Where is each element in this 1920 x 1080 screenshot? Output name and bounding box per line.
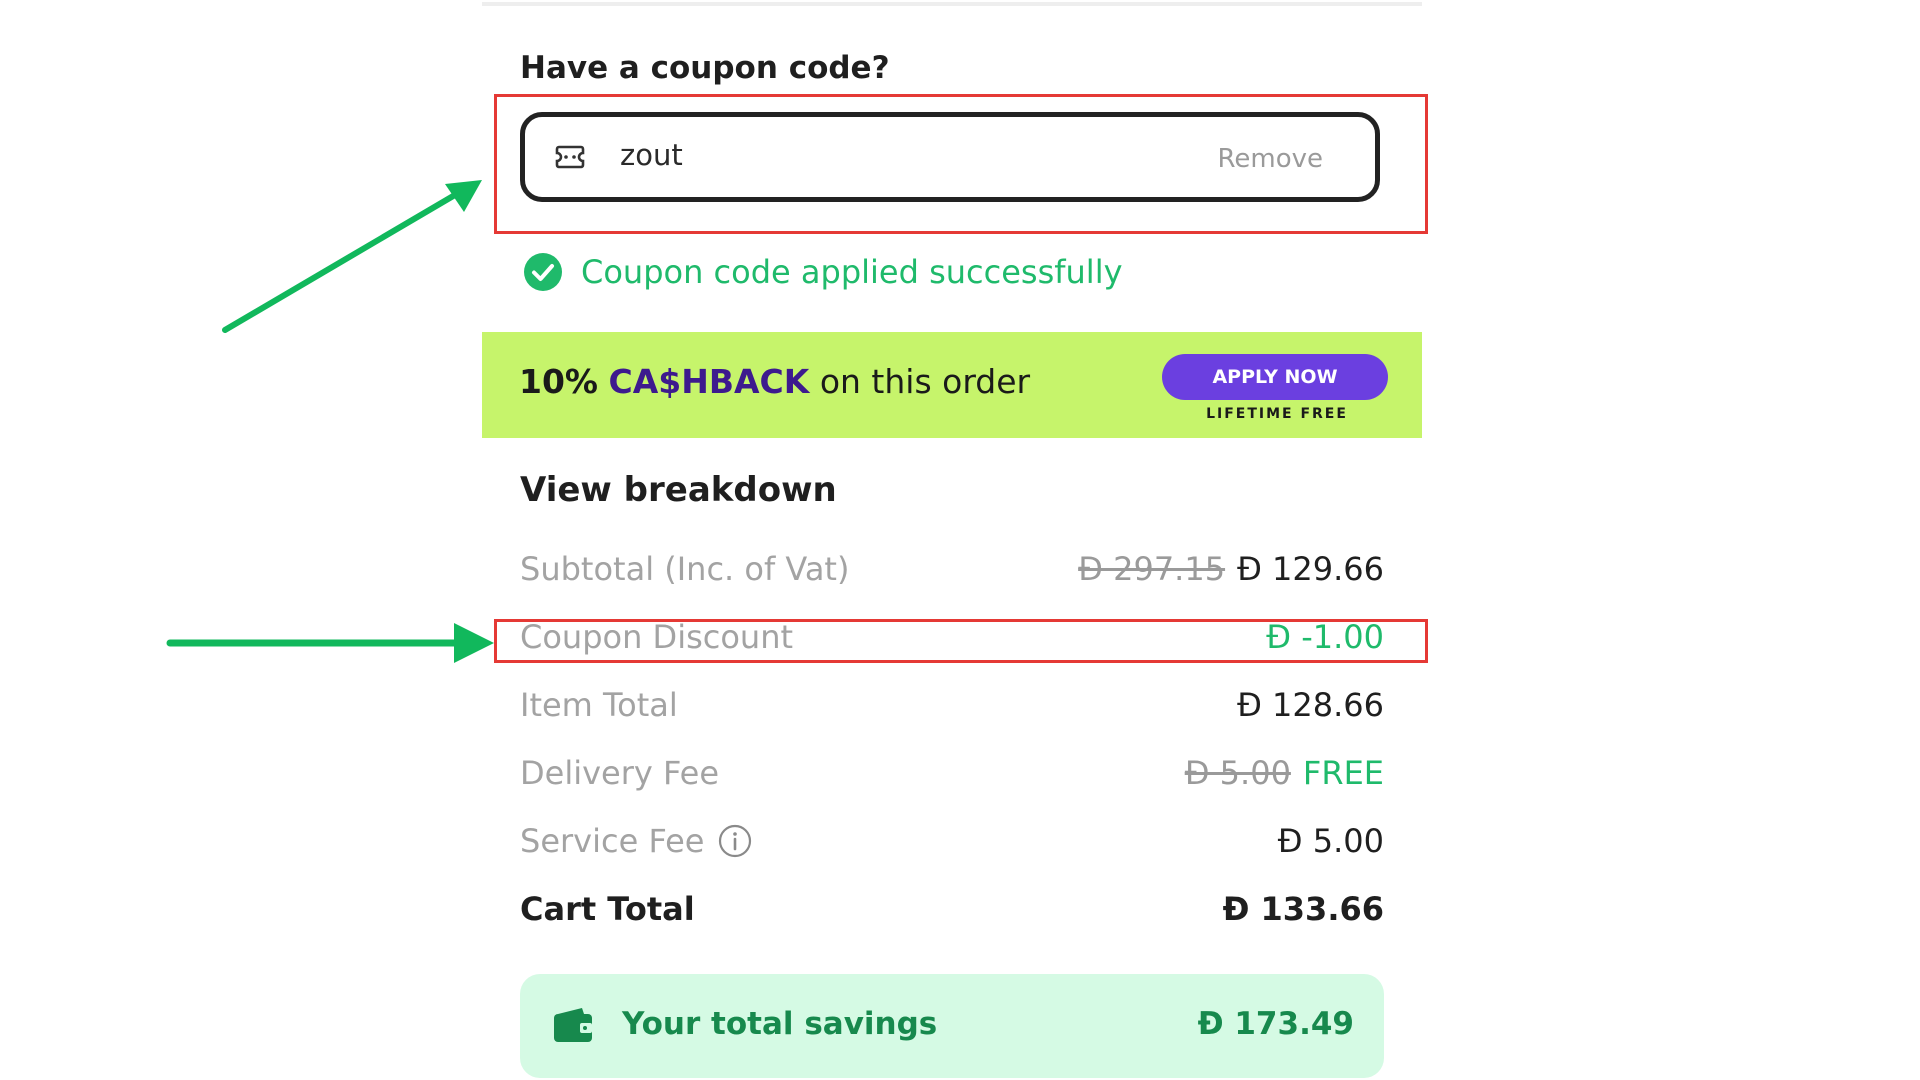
cashback-percent: 10% [519,362,598,401]
coupon-heading: Have a coupon code? [520,50,890,86]
top-divider [482,2,1422,6]
apply-now-button[interactable]: APPLY NOW [1162,354,1388,400]
subtotal-original-price: Ð 297.15 [1078,550,1226,588]
cashback-banner[interactable]: 10% CA$HBACK on this order APPLY NOW LIF… [482,332,1422,438]
subtotal-row: Subtotal (Inc. of Vat) Ð 297.15 Ð 129.66 [520,550,1384,594]
delivery-fee-value: Ð 5.00 FREE [1185,754,1384,792]
view-breakdown-heading[interactable]: View breakdown [520,470,837,510]
arrow-icon [166,623,494,663]
cashback-text: 10% CA$HBACK on this order [519,362,1030,401]
item-total-label: Item Total [520,686,678,724]
coupon-success-message: Coupon code applied successfully [523,250,1123,294]
subtotal-label: Subtotal (Inc. of Vat) [520,550,850,588]
wallet-icon [554,1008,592,1042]
subtotal-price: Ð 129.66 [1237,550,1384,588]
delivery-fee-label: Delivery Fee [520,754,720,792]
arrow-icon [222,180,482,333]
cashback-suffix: on this order [819,362,1031,401]
lifetime-free-label: LIFETIME FREE [1206,406,1348,422]
check-circle-icon [524,253,562,291]
service-fee-label-group: Service Fee [520,822,752,860]
coupon-discount-highlight [494,619,1428,663]
total-savings-label: Your total savings [622,1006,938,1042]
cashback-brand: CA$HBACK [608,362,810,401]
delivery-fee-row: Delivery Fee Ð 5.00 FREE [520,754,1384,798]
delivery-fee-original-price: Ð 5.00 [1184,754,1291,792]
service-fee-label: Service Fee [520,822,705,860]
info-icon[interactable] [718,824,752,858]
total-savings-card: Your total savings Ð 173.49 [520,974,1384,1078]
screenshot-stage: Have a coupon code? zout Remove Coupon c… [0,0,1920,1080]
cart-total-label: Cart Total [520,890,695,928]
success-text: Coupon code applied successfully [581,253,1123,291]
total-savings-value: Ð 173.49 [1197,1006,1354,1042]
cart-total-value: Ð 133.66 [1222,890,1384,928]
coupon-field-highlight [494,94,1428,234]
item-total-value: Ð 128.66 [1237,686,1384,724]
item-total-row: Item Total Ð 128.66 [520,686,1384,730]
service-fee-row: Service Fee Ð 5.00 [520,822,1384,866]
subtotal-value: Ð 297.15 Ð 129.66 [1078,550,1384,588]
delivery-fee-price: FREE [1302,754,1384,792]
cart-total-row: Cart Total Ð 133.66 [520,890,1384,934]
service-fee-value: Ð 5.00 [1277,822,1384,860]
